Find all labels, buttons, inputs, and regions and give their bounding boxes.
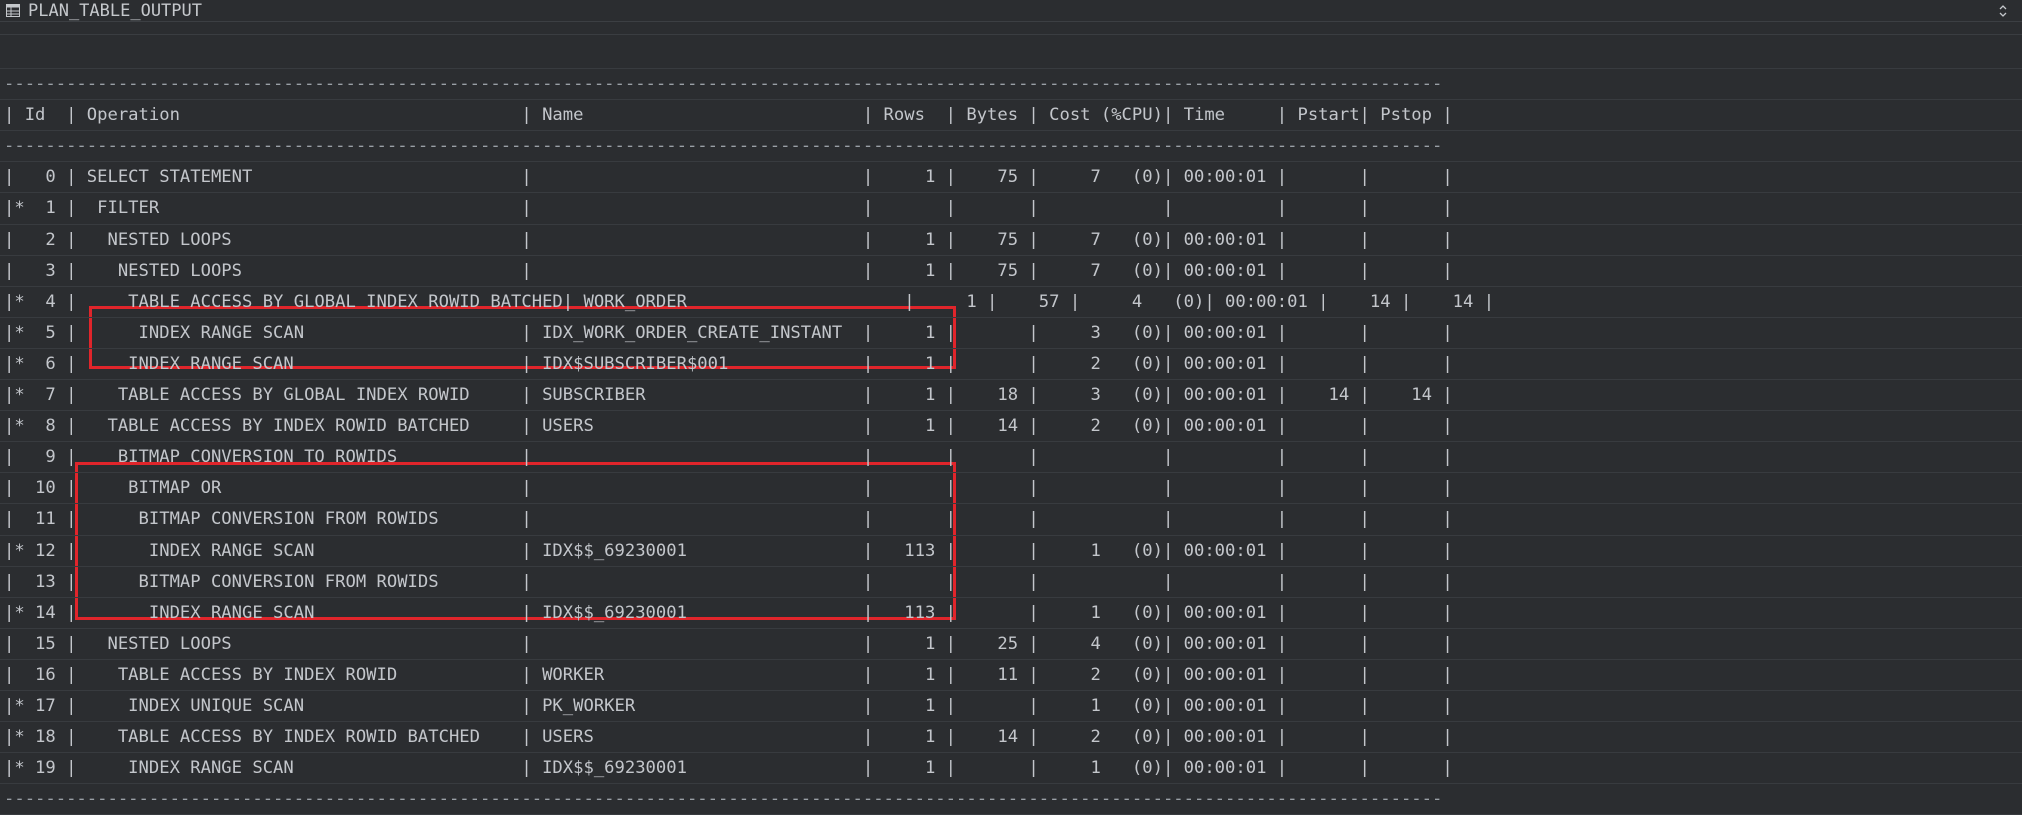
plan-output-row[interactable]: |* 8 | TABLE ACCESS BY INDEX ROWID BATCH… bbox=[0, 411, 2022, 443]
plan-output-row[interactable]: | 10 | BITMAP OR | | | | | | | | bbox=[0, 473, 2022, 505]
plan-output-row[interactable]: | 2 | NESTED LOOPS | | 1 | 75 | 7 (0)| 0… bbox=[0, 225, 2022, 256]
plan-output-row[interactable]: | 15 | NESTED LOOPS | | 1 | 25 | 4 (0)| … bbox=[0, 629, 2022, 660]
plan-output-row[interactable]: |* 14 | INDEX RANGE SCAN | IDX$$_6923000… bbox=[0, 598, 2022, 629]
plan-output-row[interactable]: |* 19 | INDEX RANGE SCAN | IDX$$_6923000… bbox=[0, 753, 2022, 785]
plan-output-row[interactable]: ----------------------------------------… bbox=[0, 784, 2022, 815]
plan-output-row[interactable]: |* 1 | FILTER | | | | | | | | bbox=[0, 193, 2022, 225]
plan-output-row[interactable]: |* 7 | TABLE ACCESS BY GLOBAL INDEX ROWI… bbox=[0, 380, 2022, 412]
plan-output-row[interactable]: |* 17 | INDEX UNIQUE SCAN | PK_WORKER | … bbox=[0, 691, 2022, 723]
plan-output-row[interactable]: | 13 | BITMAP CONVERSION FROM ROWIDS | |… bbox=[0, 567, 2022, 598]
plan-output-row[interactable]: | 9 | BITMAP CONVERSION TO ROWIDS | | | … bbox=[0, 442, 2022, 474]
plan-output-row[interactable]: |* 4 | TABLE ACCESS BY GLOBAL INDEX ROWI… bbox=[0, 287, 2022, 318]
plan-output-row[interactable]: ----------------------------------------… bbox=[0, 69, 2022, 101]
plan-output-row[interactable]: ----------------------------------------… bbox=[0, 131, 2022, 163]
sort-arrows-icon[interactable] bbox=[1998, 3, 2008, 19]
header-separator bbox=[0, 24, 2022, 35]
plan-output-row[interactable]: | 11 | BITMAP CONVERSION FROM ROWIDS | |… bbox=[0, 504, 2022, 536]
plan-output-row[interactable]: |* 6 | INDEX RANGE SCAN | IDX$SUBSCRIBER… bbox=[0, 349, 2022, 381]
plan-output-row[interactable]: | 0 | SELECT STATEMENT | | 1 | 75 | 7 (0… bbox=[0, 162, 2022, 194]
plan-output-row[interactable]: | Id | Operation | Name | Rows | Bytes |… bbox=[0, 100, 2022, 132]
result-grid-header: PLAN_TABLE_OUTPUT bbox=[0, 0, 2022, 22]
plan-output-row[interactable]: |* 5 | INDEX RANGE SCAN | IDX_WORK_ORDER… bbox=[0, 318, 2022, 349]
plan-table-output-rows: ----------------------------------------… bbox=[0, 38, 2022, 815]
table-grid-icon bbox=[6, 4, 20, 17]
plan-output-row[interactable]: |* 18 | TABLE ACCESS BY INDEX ROWID BATC… bbox=[0, 722, 2022, 754]
plan-output-row[interactable] bbox=[0, 38, 2022, 70]
plan-output-row[interactable]: | 16 | TABLE ACCESS BY INDEX ROWID | WOR… bbox=[0, 660, 2022, 691]
plan-output-row[interactable]: | 3 | NESTED LOOPS | | 1 | 75 | 7 (0)| 0… bbox=[0, 256, 2022, 287]
column-header-plan-table-output[interactable]: PLAN_TABLE_OUTPUT bbox=[28, 1, 202, 21]
plan-output-row[interactable]: |* 12 | INDEX RANGE SCAN | IDX$$_6923000… bbox=[0, 536, 2022, 567]
